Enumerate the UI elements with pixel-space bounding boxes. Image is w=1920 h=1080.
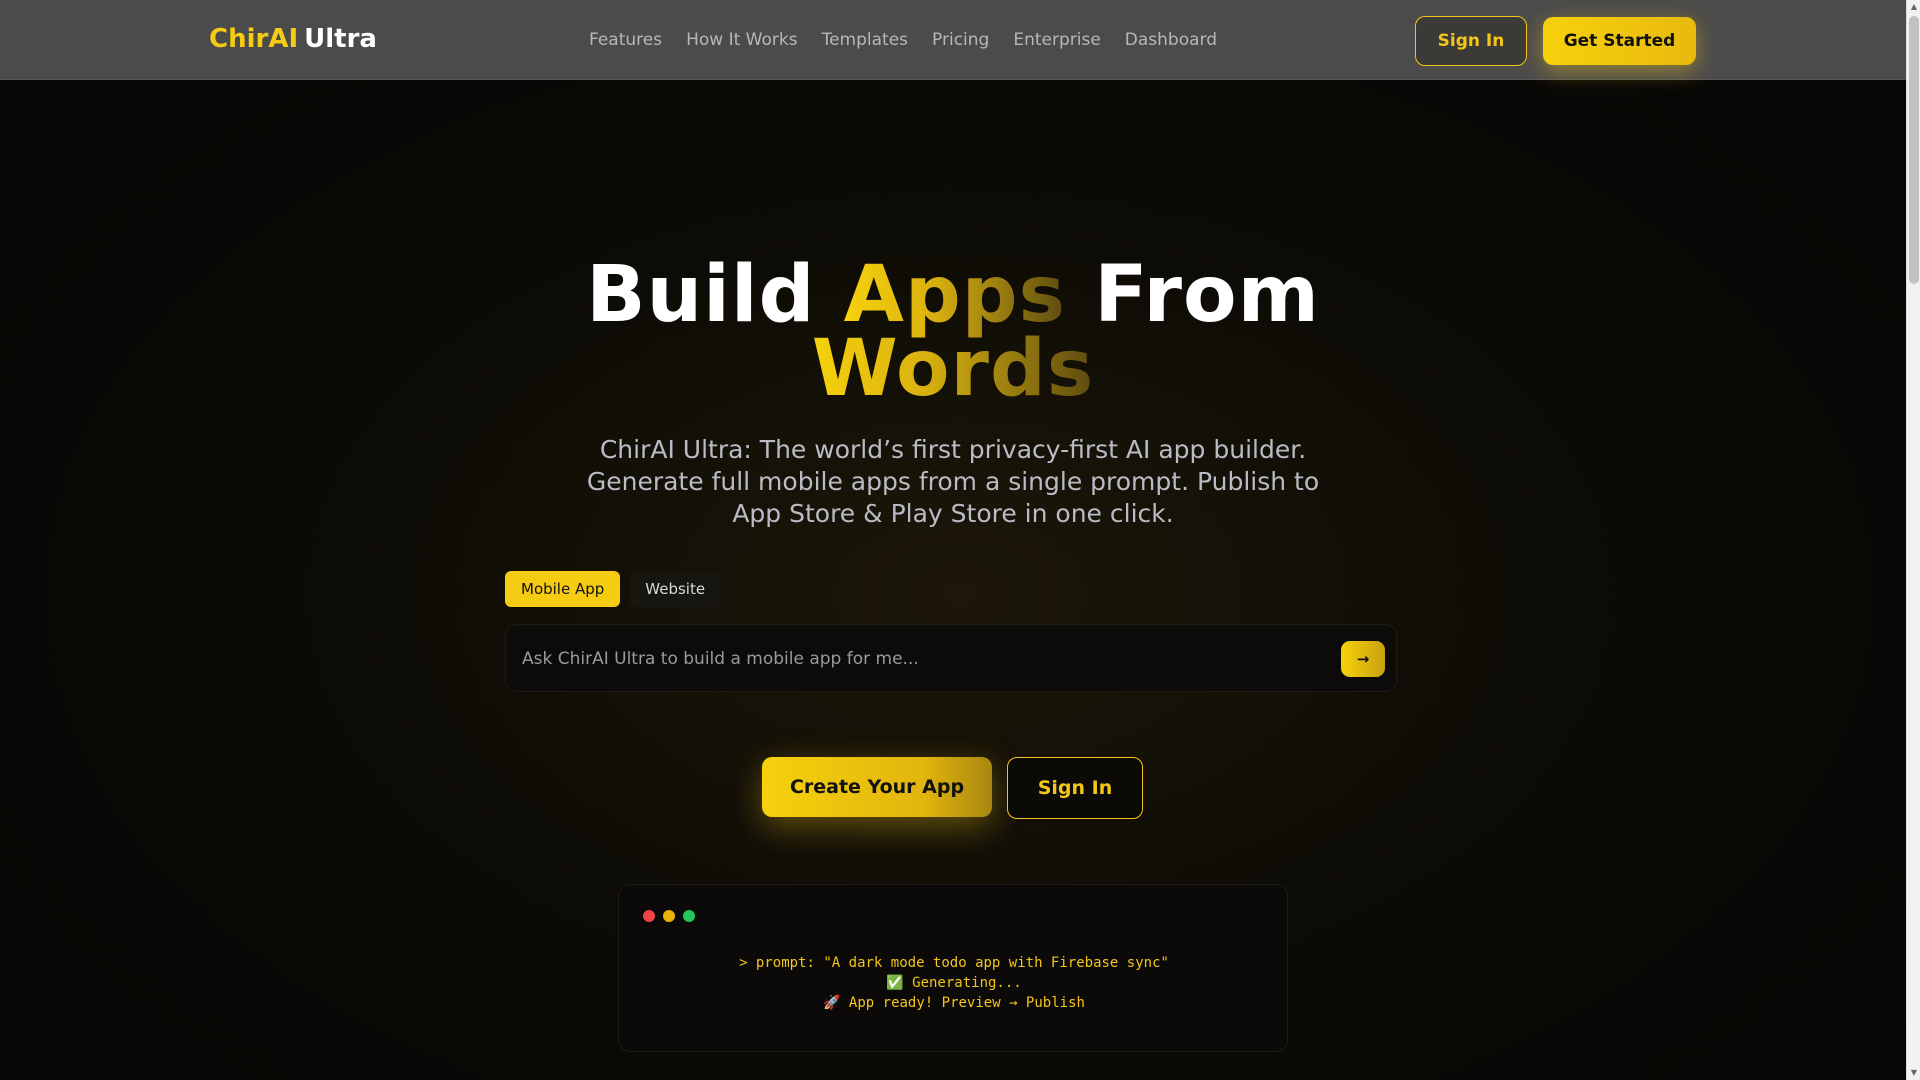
prompt-input[interactable] [522, 625, 1322, 693]
scroll-up-arrow-icon[interactable]: ▲ [1907, 0, 1920, 14]
hero-title-word-from: From [1094, 250, 1320, 340]
nav-link-templates[interactable]: Templates [822, 30, 908, 50]
scroll-down-arrow-icon[interactable]: ▼ [1907, 1066, 1920, 1080]
nav-link-enterprise[interactable]: Enterprise [1013, 30, 1100, 50]
window-close-dot-icon [643, 910, 655, 922]
window-maximize-dot-icon [683, 910, 695, 922]
tab-website[interactable]: Website [630, 571, 721, 607]
tab-mobile-app[interactable]: Mobile App [505, 571, 621, 607]
terminal-line-prompt: > prompt: "A dark mode todo app with Fir… [739, 955, 1169, 971]
logo-secondary: Ultra [304, 24, 377, 54]
terminal-output: > prompt: "A dark mode todo app with Fir… [619, 953, 1289, 1013]
nav-links: Features How It Works Templates Pricing … [589, 30, 1217, 50]
mode-tabs: Mobile App Website [505, 571, 721, 607]
vertical-scrollbar[interactable]: ▲ ▼ [1906, 0, 1920, 1080]
hero-title: Build Apps From Words [0, 256, 1906, 408]
nav-link-how-it-works[interactable]: How It Works [686, 30, 797, 50]
scrollbar-thumb[interactable] [1909, 16, 1919, 284]
top-navbar: ChirAI Ultra Features How It Works Templa… [0, 0, 1906, 80]
nav-link-pricing[interactable]: Pricing [932, 30, 989, 50]
prompt-box: → [505, 624, 1397, 693]
nav-get-started-button[interactable]: Get Started [1543, 17, 1696, 65]
window-minimize-dot-icon [663, 910, 675, 922]
create-your-app-button[interactable]: Create Your App [762, 757, 992, 817]
nav-link-dashboard[interactable]: Dashboard [1125, 30, 1217, 50]
arrow-right-icon: → [1356, 650, 1370, 668]
nav-sign-in-button[interactable]: Sign In [1415, 16, 1527, 66]
brand-logo[interactable]: ChirAI Ultra [209, 24, 377, 54]
nav-link-features[interactable]: Features [589, 30, 662, 50]
terminal-line-ready: 🚀 App ready! Preview → Publish [823, 995, 1085, 1011]
hero-sign-in-button[interactable]: Sign In [1007, 757, 1143, 819]
send-arrow-button[interactable]: → [1341, 641, 1385, 677]
terminal-preview: > prompt: "A dark mode todo app with Fir… [618, 884, 1288, 1052]
hero-title-word-build: Build [586, 250, 816, 340]
terminal-line-generating: ✅ Generating... [886, 975, 1022, 991]
logo-primary: ChirAI [209, 24, 299, 54]
hero-subtitle: ChirAI Ultra: The world’s first privacy-… [586, 435, 1320, 528]
hero-title-word-words: Words [811, 324, 1095, 414]
